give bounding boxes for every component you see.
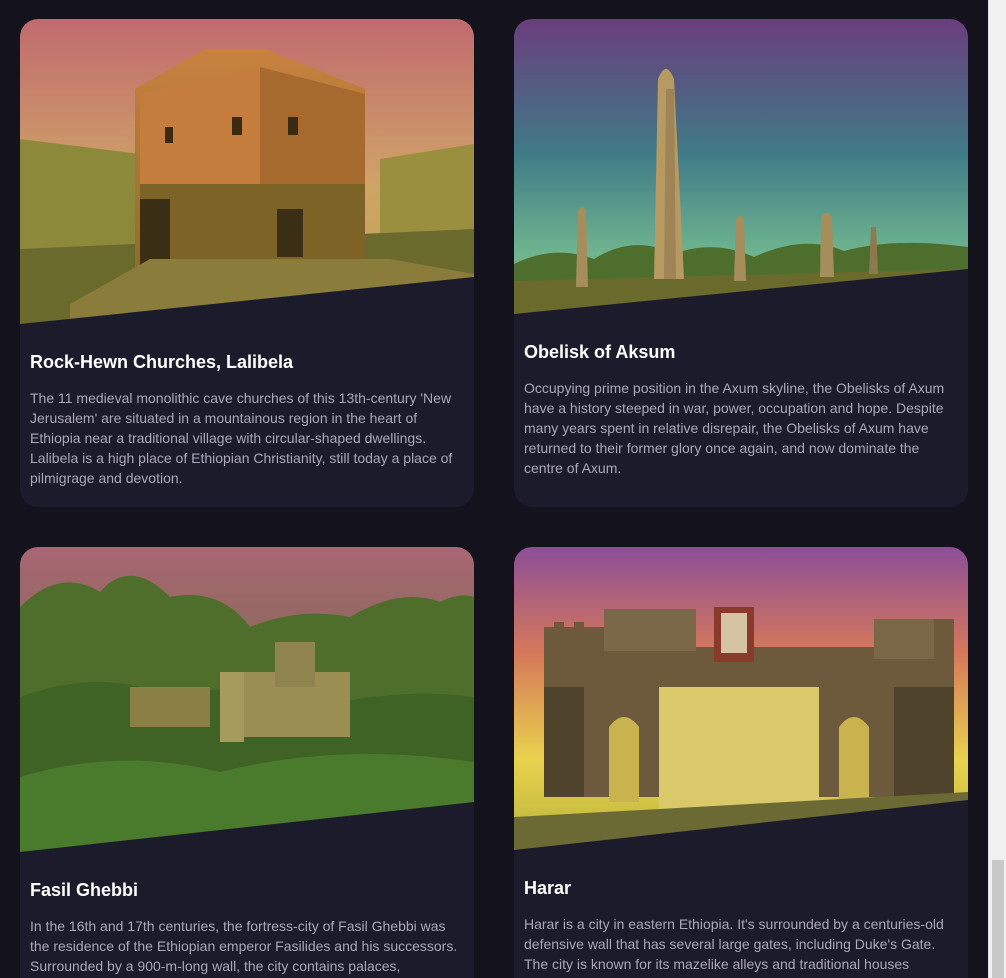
harar-gate-image — [514, 547, 968, 850]
aksum-obelisk-image — [514, 19, 968, 314]
card-title: Fasil Ghebbi — [30, 880, 139, 900]
card-title: Rock-Hewn Churches, Lalibela — [30, 352, 294, 372]
page: Rock-Hewn Churches, Lalibela The 11 medi… — [0, 0, 988, 978]
lalibela-church-image — [20, 19, 474, 324]
destination-card[interactable]: Fasil Ghebbi In the 16th and 17th centur… — [20, 547, 474, 978]
destination-card[interactable]: Obelisk of Aksum Occupying prime positio… — [514, 19, 968, 507]
destination-card[interactable]: Rock-Hewn Churches, Lalibela The 11 medi… — [20, 19, 474, 507]
vertical-scrollbar[interactable] — [988, 0, 1006, 978]
card-description: Harar is a city in eastern Ethiopia. It'… — [524, 916, 944, 972]
card-description: The 11 medieval monolithic cave churches… — [30, 390, 453, 486]
card-description: Occupying prime position in the Axum sky… — [524, 380, 945, 476]
card-title: Harar — [524, 878, 572, 898]
card-title: Obelisk of Aksum — [524, 342, 676, 362]
scrollbar-thumb[interactable] — [992, 860, 1004, 978]
destination-card[interactable]: Harar Harar is a city in eastern Ethiopi… — [514, 547, 968, 978]
fasil-ghebbi-image — [20, 547, 474, 852]
card-description: In the 16th and 17th centuries, the fort… — [30, 918, 458, 974]
